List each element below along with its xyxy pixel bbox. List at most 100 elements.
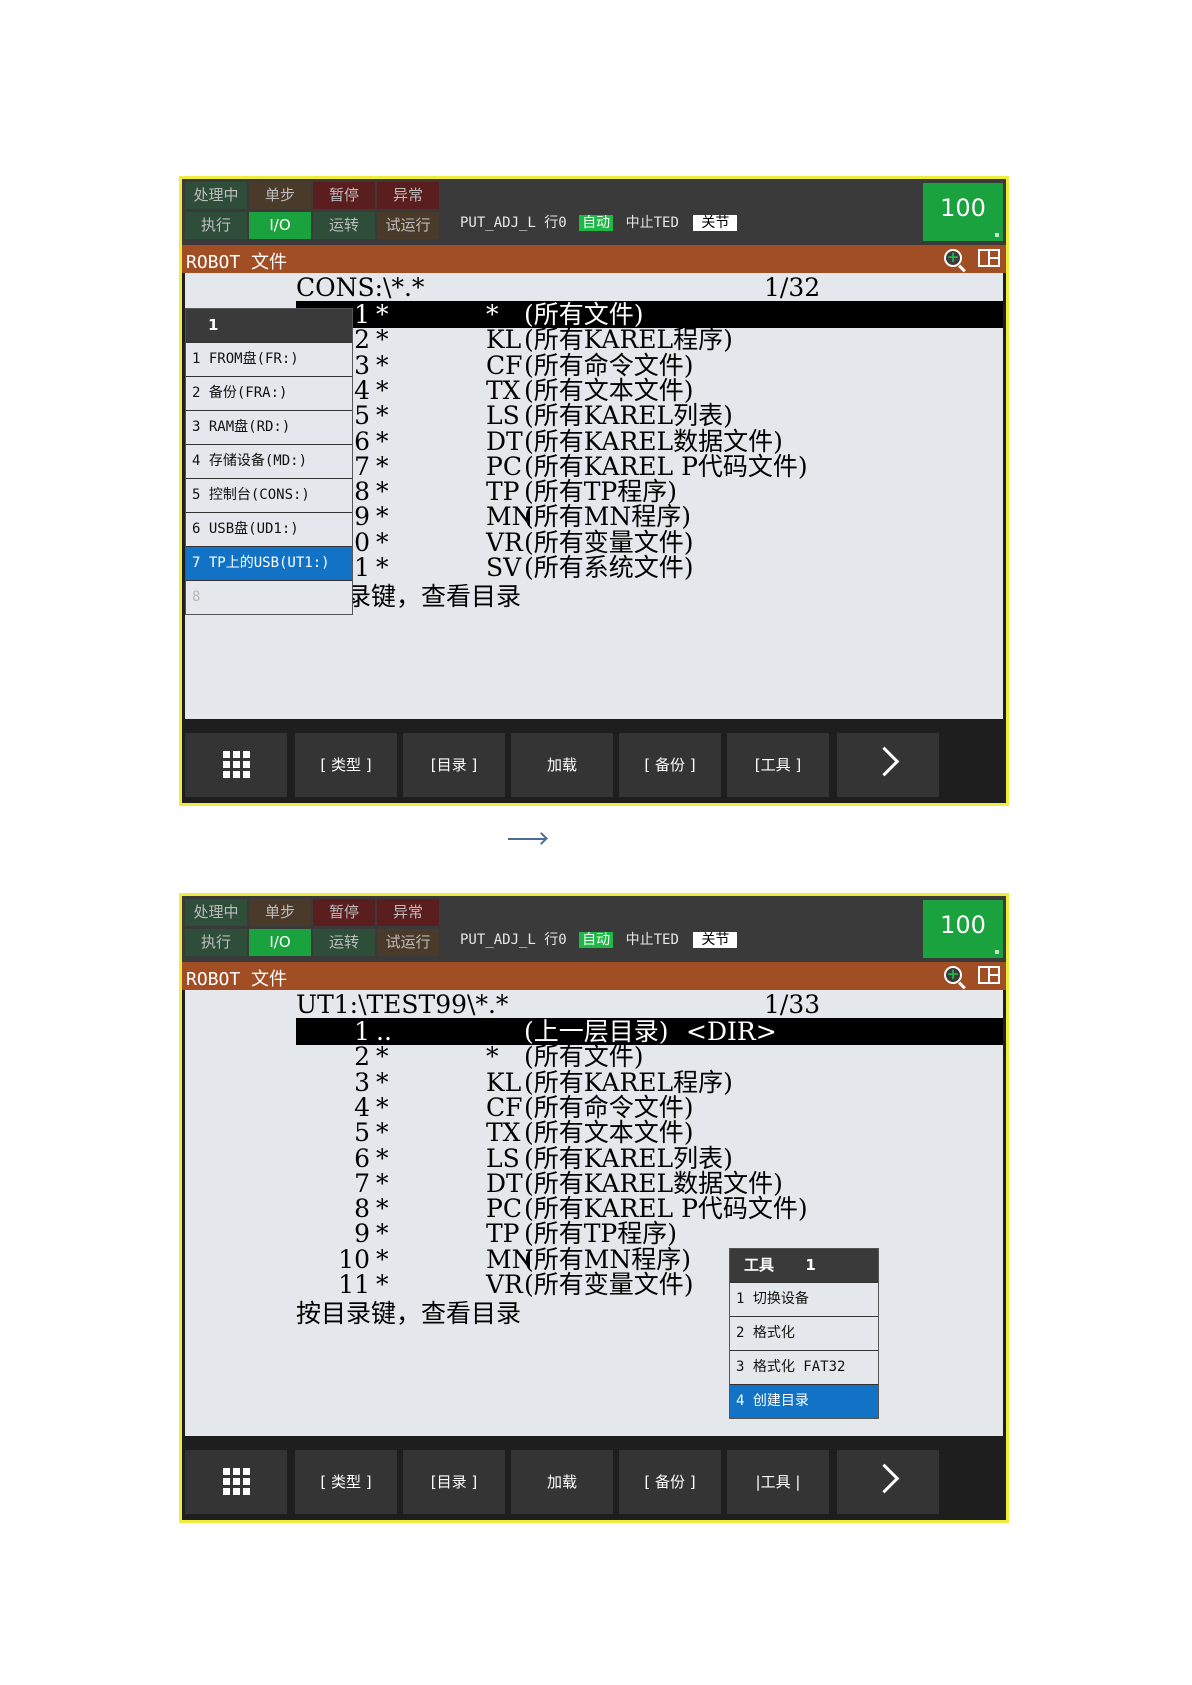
file-row-description: (所有变量文件) (524, 1270, 694, 1299)
status-test-run-button[interactable]: 试运行 (377, 212, 439, 239)
f2-directory-button[interactable]: [目录 ] (403, 733, 505, 797)
status-step-button[interactable]: 单步 (249, 182, 311, 209)
file-list-row[interactable]: 6 * DT (所有KAREL数据文件) (296, 428, 1003, 455)
status-io-button[interactable]: I/O (249, 212, 311, 239)
status-fault-button[interactable]: 异常 (377, 182, 439, 209)
file-list-row[interactable]: 7 * PC (所有KAREL P代码文件) (296, 453, 1003, 480)
next-page-button[interactable] (837, 733, 939, 797)
f5-tools-button[interactable]: |工具 | (727, 1450, 829, 1514)
menu-header: 1 (186, 309, 352, 342)
status-operation-button[interactable]: 运转 (313, 929, 375, 956)
arrow-right-icon (508, 838, 546, 840)
status-busy-button[interactable]: 处理中 (185, 182, 247, 209)
file-list-row[interactable]: 8 * PC (所有KAREL P代码文件) (296, 1195, 1003, 1222)
file-list-row[interactable]: 1.. (上一层目录) <DIR> (296, 1018, 1003, 1045)
f5-tools-button[interactable]: [工具 ] (727, 733, 829, 797)
f3-load-button[interactable]: 加载 (511, 733, 613, 797)
file-row-extension: CF (486, 350, 523, 380)
menu-item[interactable]: 2 格式化 (730, 1316, 878, 1350)
menu-item[interactable]: 3 RAM盘(RD:) (186, 410, 352, 444)
status-hold-button[interactable]: 暂停 (313, 182, 375, 209)
file-list-row[interactable]: 10 * MN (所有MN程序) (296, 1246, 1003, 1273)
f1-type-button[interactable]: [ 类型 ] (295, 733, 397, 797)
file-list-row[interactable]: 5 * TX (所有文本文件) (296, 1119, 1003, 1146)
file-list-row[interactable]: 11 * SV (所有系统文件) (296, 554, 1003, 581)
split-screen-icon[interactable] (978, 966, 1000, 984)
file-list-row[interactable]: 3 * KL (所有KAREL程序) (296, 1069, 1003, 1096)
file-list-row[interactable]: 1 * * (所有文件) (296, 301, 1003, 328)
menu-item[interactable]: 2 备份(FRA:) (186, 376, 352, 410)
f4-backup-button[interactable]: [ 备份 ] (619, 733, 721, 797)
menu-grid-button[interactable] (185, 733, 287, 797)
file-list-row[interactable]: 8 * TP (所有TP程序) (296, 478, 1003, 505)
file-list-row[interactable]: 9 * TP (所有TP程序) (296, 1220, 1003, 1247)
status-test-run-button[interactable]: 试运行 (377, 929, 439, 956)
file-list-row[interactable]: 10 * VR (所有变量文件) (296, 529, 1003, 556)
grid-icon (222, 1468, 250, 1495)
file-row-name: * (376, 1092, 389, 1122)
function-key-bar: [ 类型 ] [目录 ] 加载 [ 备份 ] |工具 | (185, 1446, 1003, 1518)
menu-grid-button[interactable] (185, 1450, 287, 1514)
status-hold-button[interactable]: 暂停 (313, 899, 375, 926)
line-number: 行0 (544, 932, 567, 948)
file-list-row[interactable]: 4 * TX (所有文本文件) (296, 377, 1003, 404)
speed-override[interactable]: 100 (923, 183, 1003, 241)
tools-menu: 工具 1 1 切换设备 2 格式化 3 格式化 FAT32 4 创建目录 (729, 1248, 879, 1419)
file-row-number: 4 (354, 1092, 370, 1122)
file-list-row[interactable]: 9 * MN (所有MN程序) (296, 503, 1003, 530)
file-row-extension: LS (486, 1143, 520, 1173)
file-row-description: (所有系统文件) (524, 553, 694, 582)
file-row-number: 10 (338, 1244, 370, 1274)
file-row-extension: * (486, 1042, 499, 1072)
file-list-row[interactable]: 4 * CF (所有命令文件) (296, 1094, 1003, 1121)
status-fault-button[interactable]: 异常 (377, 899, 439, 926)
file-list-row[interactable]: 3 * CF (所有命令文件) (296, 352, 1003, 379)
status-step-button[interactable]: 单步 (249, 899, 311, 926)
status-run-button[interactable]: 执行 (185, 212, 247, 239)
file-row-number: 5 (354, 1118, 370, 1148)
file-row-name: * (376, 502, 389, 532)
split-screen-icon[interactable] (978, 249, 1000, 267)
current-path: UT1:\TEST99\*.* (296, 990, 509, 1019)
f1-type-button[interactable]: [ 类型 ] (295, 1450, 397, 1514)
file-list-row[interactable]: 7 * DT (所有KAREL数据文件) (296, 1170, 1003, 1197)
status-run-button[interactable]: 执行 (185, 929, 247, 956)
speed-override[interactable]: 100 (923, 900, 1003, 958)
screen-title-bar: ROBOT 文件 + (182, 962, 1006, 990)
page-indicator: 1/33 (764, 990, 821, 1019)
file-row-name: * (376, 1118, 389, 1148)
program-state: 中止TED (625, 932, 679, 948)
file-row-extension: TX (486, 1118, 521, 1148)
file-row-description: (所有命令文件) (524, 1092, 694, 1122)
status-operation-button[interactable]: 运转 (313, 212, 375, 239)
screen-title: ROBOT 文件 (186, 252, 288, 273)
file-row-name: * (376, 401, 389, 431)
file-row-description: (所有KAREL数据文件) (524, 426, 783, 456)
f2-directory-button[interactable]: [目录 ] (403, 1450, 505, 1514)
menu-item[interactable]: 8 (186, 580, 352, 614)
status-bar: 处理中 单步 暂停 异常 执行 I/O 运转 试运行 PUT_ADJ_L 行0 … (182, 179, 1006, 245)
file-list-row[interactable]: 5 * LS (所有KAREL列表) (296, 402, 1003, 429)
menu-item[interactable]: 1 FROM盘(FR:) (186, 342, 352, 376)
menu-item[interactable]: 3 格式化 FAT32 (730, 1350, 878, 1384)
file-list-row[interactable]: 11 * VR (所有变量文件) (296, 1271, 1003, 1298)
file-list-row[interactable]: 2 * KL (所有KAREL程序) (296, 326, 1003, 353)
file-list-row[interactable]: 6 * LS (所有KAREL列表) (296, 1145, 1003, 1172)
f3-load-button[interactable]: 加载 (511, 1450, 613, 1514)
file-row-name: .. (376, 1017, 392, 1046)
menu-item[interactable]: 6 USB盘(UD1:) (186, 512, 352, 546)
zoom-in-icon[interactable]: + (944, 966, 962, 984)
file-list-row[interactable]: 2 * * (所有文件) (296, 1043, 1003, 1070)
menu-item[interactable]: 4 创建目录 (730, 1384, 878, 1418)
file-row-number: 11 (338, 1270, 370, 1299)
menu-item[interactable]: 4 存储设备(MD:) (186, 444, 352, 478)
menu-item[interactable]: 7 TP上的USB(UT1:) (186, 546, 352, 580)
zoom-in-icon[interactable]: + (944, 249, 962, 267)
status-busy-button[interactable]: 处理中 (185, 899, 247, 926)
file-row-description: (所有TP程序) (524, 1219, 678, 1249)
menu-item[interactable]: 1 切换设备 (730, 1282, 878, 1316)
next-page-button[interactable] (837, 1450, 939, 1514)
menu-item[interactable]: 5 控制台(CONS:) (186, 478, 352, 512)
status-io-button[interactable]: I/O (249, 929, 311, 956)
f4-backup-button[interactable]: [ 备份 ] (619, 1450, 721, 1514)
